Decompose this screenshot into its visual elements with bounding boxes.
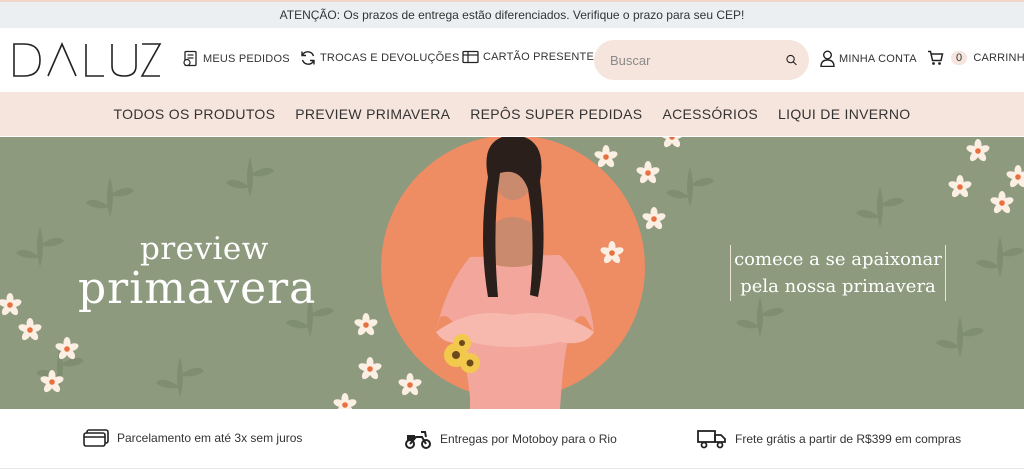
site-header: MEUS PEDIDOS TROCAS E DEVOLUÇÕES CARTÃO … (0, 28, 1024, 92)
credit-card-icon (83, 429, 109, 447)
announcement-bar: ATENÇÃO: Os prazos de entrega estão dife… (0, 0, 1024, 28)
hero-title-line1: preview (140, 231, 269, 267)
hero-side-line2: pela nossa primavera (740, 276, 936, 297)
user-icon (820, 50, 835, 67)
benefit-motoboy: Entregas por Motoboy para o Rio (404, 429, 617, 449)
nav-item-repos-super-pedidas[interactable]: REPÔS SUPER PEDIDAS (470, 106, 642, 122)
benefit-free-shipping: Frete grátis a partir de R$399 em compra… (697, 429, 961, 449)
hero-banner[interactable]: preview primavera comece a se apaixonar … (0, 137, 1024, 409)
benefit-motoboy-text: Entregas por Motoboy para o Rio (440, 432, 617, 446)
my-account-label: MINHA CONTA (839, 52, 917, 65)
cart-count-badge: 0 (951, 51, 968, 65)
cart-label: CARRINHO (973, 52, 1024, 64)
motorcycle-icon (405, 431, 431, 449)
my-orders-label: MEUS PEDIDOS (203, 52, 290, 65)
hero-side-text: comece a se apaixonar pela nossa primave… (730, 245, 946, 301)
cart-icon (928, 50, 944, 65)
hero-title-line2: primavera (78, 263, 317, 314)
announcement-text: ATENÇÃO: Os prazos de entrega estão dife… (279, 8, 745, 22)
main-nav: TODOS OS PRODUTOS PREVIEW PRIMAVERA REPÔ… (0, 92, 1024, 136)
search-input[interactable] (610, 52, 786, 68)
nav-item-liqui-inverno[interactable]: LIQUI DE INVERNO (778, 106, 910, 122)
nav-item-acessorios[interactable]: ACESSÓRIOS (662, 106, 758, 122)
nav-item-all-products[interactable]: TODOS OS PRODUTOS (114, 106, 276, 122)
cart-link[interactable]: 0 CARRINHO (927, 50, 1024, 66)
benefit-installments-text: Parcelamento em até 3x sem juros (117, 431, 303, 445)
logo[interactable] (12, 42, 162, 78)
benefits-bar: Parcelamento em até 3x sem juros Entrega… (0, 409, 1024, 469)
my-account-link[interactable]: MINHA CONTA (820, 50, 917, 67)
gift-card-icon (462, 50, 479, 64)
refresh-icon (301, 51, 315, 65)
gift-card-label: CARTÃO PRESENTE (483, 51, 594, 63)
hero-side-line1: comece a se apaixonar (734, 249, 942, 270)
search-icon[interactable] (786, 51, 797, 69)
benefit-installments: Parcelamento em até 3x sem juros (83, 429, 302, 447)
truck-icon (697, 430, 726, 449)
benefit-free-shipping-text: Frete grátis a partir de R$399 em compra… (735, 432, 962, 446)
returns-link[interactable]: TROCAS E DEVOLUÇÕES (300, 50, 460, 66)
gift-card-link[interactable]: CARTÃO PRESENTE (462, 50, 594, 64)
search-box[interactable] (594, 40, 809, 80)
nav-item-preview-primavera[interactable]: PREVIEW PRIMAVERA (295, 106, 450, 122)
receipt-icon (183, 50, 197, 67)
returns-label: TROCAS E DEVOLUÇÕES (320, 52, 460, 64)
my-orders-link[interactable]: MEUS PEDIDOS (182, 50, 290, 67)
daluz-logo-icon (13, 42, 162, 77)
